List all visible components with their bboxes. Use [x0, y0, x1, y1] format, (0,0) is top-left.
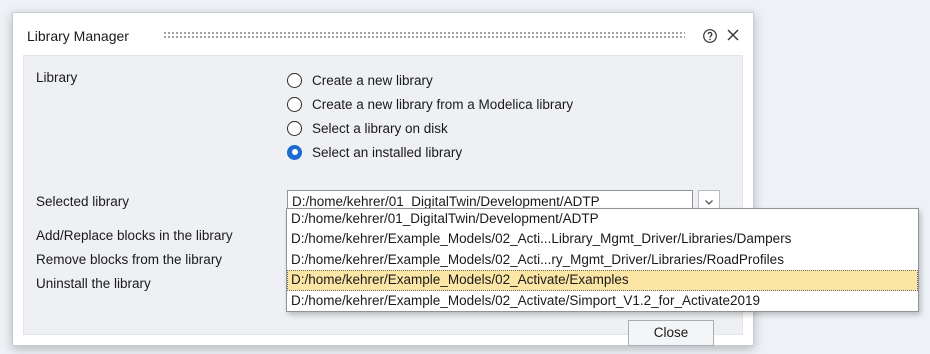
library-dropdown-list: D:/home/kehrer/01_DigitalTwin/Developmen…	[286, 208, 919, 312]
help-icon[interactable]	[702, 28, 718, 44]
close-button[interactable]: Close	[628, 320, 714, 346]
dropdown-option[interactable]: D:/home/kehrer/Example_Models/02_Acti...…	[287, 229, 918, 249]
radio-select-on-disk[interactable]: Select a library on disk	[287, 118, 448, 138]
radio-button[interactable]	[287, 96, 302, 112]
radio-create-from-modelica[interactable]: Create a new library from a Modelica lib…	[287, 94, 573, 114]
radio-button-checked[interactable]	[287, 144, 302, 160]
drag-grip[interactable]	[163, 31, 685, 39]
dropdown-option[interactable]: D:/home/kehrer/Example_Models/02_Acti...…	[287, 250, 918, 270]
dialog-title: Library Manager	[27, 28, 129, 44]
radio-label: Select an installed library	[312, 144, 463, 160]
dropdown-option-highlighted[interactable]: D:/home/kehrer/Example_Models/02_Activat…	[287, 270, 918, 291]
selected-library-label: Selected library	[36, 194, 130, 209]
combobox-value: D:/home/kehrer/01_DigitalTwin/Developmen…	[292, 194, 600, 209]
radio-button[interactable]	[287, 72, 302, 88]
chevron-down-icon	[705, 200, 713, 205]
radio-label: Create a new library from a Modelica lib…	[312, 96, 574, 112]
radio-button[interactable]	[287, 120, 302, 136]
action-uninstall-library[interactable]: Uninstall the library	[36, 276, 151, 291]
radio-label: Select a library on disk	[312, 120, 448, 136]
action-add-replace-blocks[interactable]: Add/Replace blocks in the library	[36, 228, 233, 243]
dropdown-option[interactable]: D:/home/kehrer/01_DigitalTwin/Developmen…	[287, 209, 918, 229]
radio-create-new-library[interactable]: Create a new library	[287, 70, 433, 90]
close-icon[interactable]	[726, 28, 740, 42]
radio-label: Create a new library	[312, 72, 433, 88]
radio-select-installed[interactable]: Select an installed library	[287, 142, 462, 162]
dropdown-option[interactable]: D:/home/kehrer/Example_Models/02_Activat…	[287, 291, 918, 311]
action-remove-blocks[interactable]: Remove blocks from the library	[36, 252, 222, 267]
title-bar[interactable]: Library Manager	[13, 13, 753, 53]
library-label: Library	[36, 70, 78, 85]
